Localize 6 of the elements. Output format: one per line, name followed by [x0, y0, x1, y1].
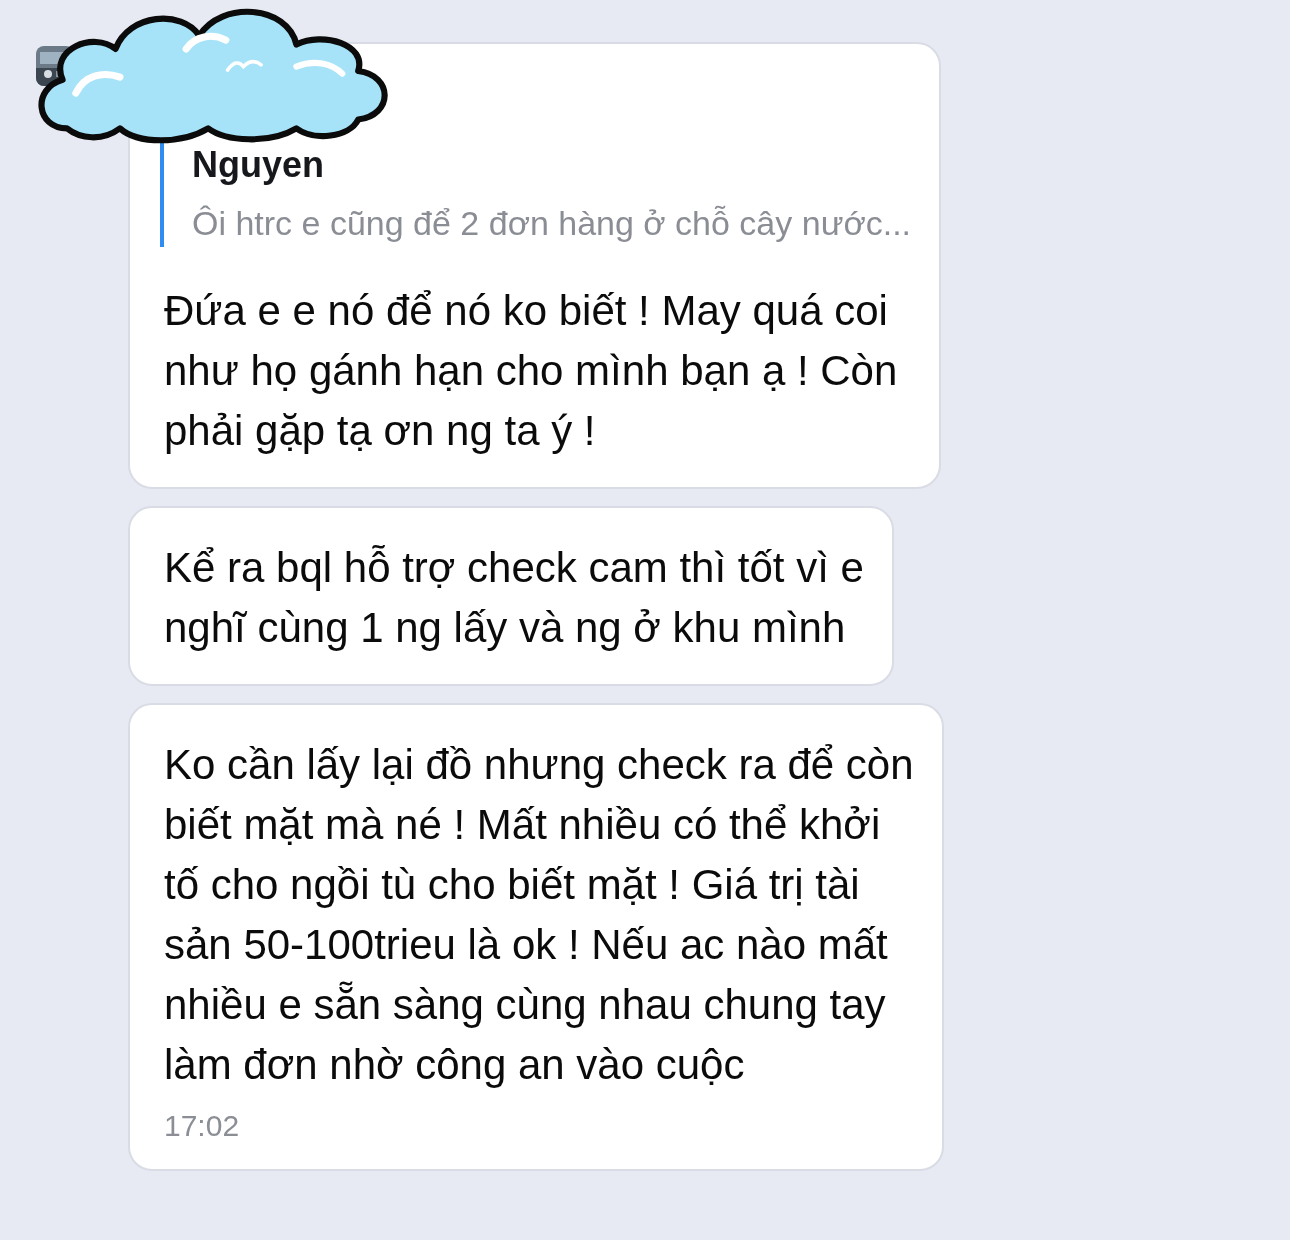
message-text: Ko cần lấy lại đồ nhưng check ra để còn biết mặt mà né ! Mất nhiều có thể khởi tố cho ngồi tù cho biết mặt ! Giá trị tài sản 50-100trieu là ok ! Nếu ac nào mất nhiều e sẵn sàng cùng nhau chung tay làm đơn nhờ công an vào cuộc	[164, 740, 914, 1090]
message-text: Đứa e e nó để nó ko biết ! May quá coi như họ gánh hạn cho mình bạn ạ ! Còn phải gặp tạ ơn ng ta ý !	[164, 286, 899, 456]
quoted-text: Ôi htrc e cũng để 2 đơn hàng ở chỗ cây nước...	[192, 204, 912, 243]
quoted-author: Nguyen	[192, 144, 325, 186]
message-time: 17:02	[164, 1109, 241, 1143]
message-text: Kể ra bql hỗ trợ check cam thì tốt vì e nghĩ cùng 1 ng lấy và ng ở khu mình	[164, 543, 864, 653]
